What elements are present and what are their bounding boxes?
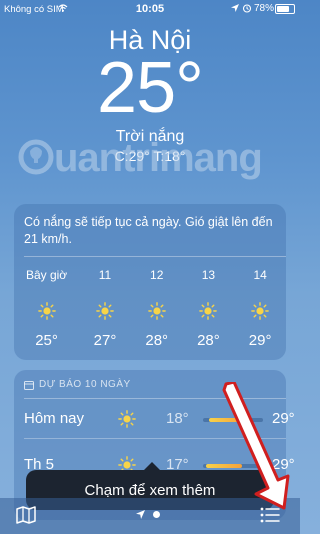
forecast-summary: Có nắng sẽ tiếp tục cả ngày. Gió giật lê… — [24, 215, 273, 246]
current-location-icon — [136, 510, 145, 519]
hourly-list: Bây giờ 25° 11 27° 12 28° 13 28° 14 29° — [14, 268, 286, 349]
hour-label: 11 — [98, 268, 112, 282]
calendar-icon — [24, 380, 34, 390]
page-dot — [153, 511, 160, 518]
hour-temperature: 28° — [145, 332, 169, 349]
annotation-arrow — [222, 382, 290, 510]
hourly-item: 13 28° — [183, 268, 235, 349]
page-indicator[interactable] — [136, 510, 160, 519]
hour-label: Bây giờ — [25, 268, 68, 282]
current-temperature: 25° — [97, 48, 204, 128]
battery-percentage: 78% — [254, 3, 275, 14]
location-arrow-icon — [231, 4, 239, 12]
watermark-logo: uantrimang — [18, 136, 263, 180]
alarm-icon — [242, 4, 252, 13]
sun-icon — [147, 302, 166, 320]
hourly-item: 11 27° — [79, 268, 131, 349]
low-temperature: 18° — [166, 410, 189, 427]
hour-label: 12 — [150, 268, 164, 282]
hour-label: 14 — [253, 268, 267, 282]
watermark-text: uantrimang — [54, 136, 262, 180]
sun-icon — [37, 302, 56, 320]
hour-temperature: 28° — [197, 332, 220, 349]
day-label: Hôm nay — [24, 410, 85, 427]
ten-day-forecast-title: DỰ BÁO 10 NGÀY — [39, 379, 131, 390]
status-bar: Không có SIM 10:05 78% — [0, 0, 300, 18]
hour-temperature: 27° — [93, 332, 117, 349]
sun-icon — [251, 302, 269, 320]
battery-icon — [275, 4, 295, 14]
hourly-item: 14 29° — [234, 268, 286, 349]
hour-label: 13 — [201, 268, 216, 282]
tooltip-caret — [144, 462, 160, 470]
hourly-item: Bây giờ 25° — [14, 268, 79, 349]
sun-icon — [96, 302, 114, 320]
hour-temperature: 25° — [35, 332, 58, 349]
sun-icon — [199, 302, 218, 320]
hourly-item: 12 28° — [131, 268, 183, 349]
map-icon[interactable] — [16, 506, 36, 524]
ten-day-forecast-header: DỰ BÁO 10 NGÀY — [24, 379, 131, 390]
hourly-forecast-card[interactable]: Có nắng sẽ tiếp tục cả ngày. Gió giật lê… — [14, 204, 286, 360]
sun-icon — [118, 410, 136, 428]
divider — [24, 256, 286, 257]
hour-temperature: 29° — [248, 332, 272, 349]
